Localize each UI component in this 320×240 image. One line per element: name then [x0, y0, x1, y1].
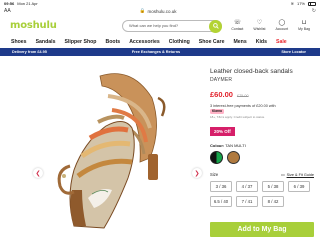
colour-swatch-multi[interactable]: [210, 151, 223, 164]
chevron-left-icon: ❮: [35, 170, 41, 177]
promo-delivery[interactable]: Delivery from £4.95: [12, 50, 47, 54]
status-bar: 09:56 Mon 21 Apr ≋ 17%: [0, 0, 320, 7]
search-icon: [212, 23, 219, 29]
klarna-info: 3 interest-free payments of £20.00 with …: [210, 104, 314, 120]
colour-swatches: [210, 151, 314, 164]
main-nav: Shoes Sandals Slipper Shop Boots Accesso…: [0, 36, 320, 48]
colour-line: Colour: TAN MULTI: [210, 143, 314, 148]
klarna-terms: 18+, T&Cs apply. Credit subject to statu…: [210, 115, 265, 119]
nav-item-clothing[interactable]: Clothing: [169, 39, 190, 45]
nav-item-kids[interactable]: Kids: [256, 39, 267, 45]
battery-percent: 17%: [296, 1, 305, 6]
site-logo[interactable]: moshulu: [10, 20, 70, 31]
size-option[interactable]: 7 / 41: [236, 196, 258, 207]
nav-item-shoe-care[interactable]: Shoe Care: [199, 39, 225, 45]
product-title: Leather closed-back sandals: [210, 68, 293, 75]
nav-item-boots[interactable]: Boots: [105, 39, 120, 45]
promo-returns[interactable]: Free Exchanges & Returns: [132, 50, 180, 54]
was-price: £75.00: [236, 94, 249, 98]
bag-label: My Bag: [298, 27, 310, 31]
size-option[interactable]: 8 / 42: [262, 196, 284, 207]
product-image: [57, 73, 166, 229]
chevron-right-icon: ❯: [194, 170, 200, 177]
battery-icon: [308, 1, 316, 6]
reader-settings-button[interactable]: AA: [4, 8, 11, 14]
promo-store-locator[interactable]: Store Locator: [281, 50, 306, 54]
nav-item-accessories[interactable]: Accessories: [129, 39, 160, 45]
size-option[interactable]: 6.5 / 40: [210, 196, 232, 207]
klarna-badge[interactable]: Klarna: [210, 109, 224, 114]
site-header: moshulu What can we help you find? ☏ Con…: [0, 15, 320, 36]
status-date: Mon 21 Apr: [17, 1, 38, 6]
colour-label: Colour:: [210, 143, 225, 148]
bag-icon: ⊔: [301, 20, 307, 26]
address-field[interactable]: 🔒 moshulu.co.uk: [140, 8, 177, 14]
size-option[interactable]: 6 / 39: [288, 181, 310, 192]
wifi-icon: ≋: [290, 1, 294, 6]
product-gallery: ❮ ❯: [12, 58, 202, 238]
search-button[interactable]: [209, 19, 222, 33]
size-option[interactable]: 5 / 38: [262, 181, 284, 192]
sandal-front: [57, 114, 135, 229]
nav-item-slipper-shop[interactable]: Slipper Shop: [64, 39, 96, 45]
wishlist-link[interactable]: ♡ Wishlist: [253, 20, 265, 31]
nav-item-sale[interactable]: Sale: [276, 39, 287, 45]
colour-value: TAN MULTI: [225, 143, 246, 148]
account-label: Account: [275, 27, 289, 31]
bag-link[interactable]: ⊔ My Bag: [298, 20, 310, 31]
search-input[interactable]: What can we help you find?: [122, 19, 222, 33]
size-options: 3 / 36 4 / 37 5 / 38 6 / 39 6.5 / 40 7 /…: [210, 181, 314, 207]
product-price: £60.00: [210, 90, 233, 99]
size-option[interactable]: 3 / 36: [210, 181, 232, 192]
discount-badge: 20% Off: [210, 127, 235, 136]
add-to-bag-button[interactable]: Add to My Bag: [210, 222, 314, 237]
user-icon: ◯: [278, 20, 286, 26]
size-option[interactable]: 4 / 37: [236, 181, 258, 192]
lock-icon: 🔒: [139, 8, 146, 13]
gallery-prev-button[interactable]: ❮: [33, 168, 43, 178]
account-link[interactable]: ◯ Account: [275, 20, 288, 31]
price-line: £60.00 £75.00: [210, 90, 314, 99]
size-header: Size ▭ Size & Fit Guide: [210, 172, 314, 177]
heart-icon: ♡: [256, 20, 263, 26]
status-time: 09:56: [4, 1, 15, 6]
colour-swatch-tan[interactable]: [227, 151, 240, 164]
size-guide-label: Size & Fit Guide: [286, 172, 314, 177]
phone-icon: ☏: [233, 20, 242, 26]
reload-icon[interactable]: ↻: [312, 8, 316, 14]
gallery-next-button[interactable]: ❯: [192, 168, 202, 178]
product-details: Leather closed-back sandals DAYMER £60.0…: [210, 68, 314, 207]
wishlist-label: Wishlist: [253, 27, 266, 31]
browser-url-bar: AA 🔒 moshulu.co.uk ↻: [0, 7, 320, 15]
ruler-icon: ▭: [280, 173, 285, 177]
nav-item-shoes[interactable]: Shoes: [11, 39, 27, 45]
promo-bar: Delivery from £4.95 Free Exchanges & Ret…: [0, 48, 320, 56]
nav-item-mens[interactable]: Mens: [233, 39, 246, 45]
size-guide-link[interactable]: ▭ Size & Fit Guide: [280, 172, 314, 178]
search-placeholder: What can we help you find?: [129, 23, 179, 28]
klarna-text: 3 interest-free payments of £20.00 with: [210, 104, 276, 108]
nav-item-sandals[interactable]: Sandals: [36, 39, 56, 45]
product-brand[interactable]: DAYMER: [210, 77, 314, 83]
url-text: moshulu.co.uk: [147, 8, 177, 14]
contact-link[interactable]: ☏ Contact: [231, 20, 243, 31]
size-label: Size: [210, 172, 219, 177]
contact-label: Contact: [231, 27, 244, 31]
